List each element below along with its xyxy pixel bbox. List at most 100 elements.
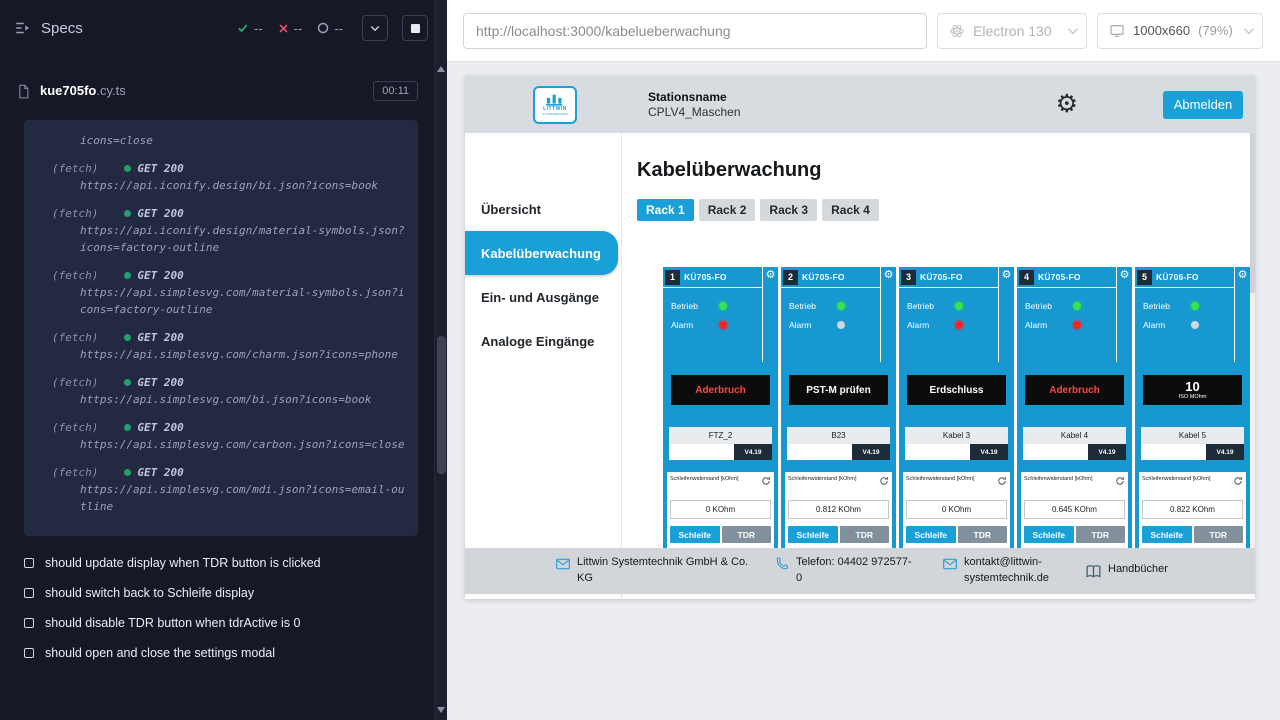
alarm-led <box>1191 321 1199 329</box>
scrollbar-thumb[interactable] <box>437 336 446 474</box>
command-log-entry[interactable]: (fetch) GET 200 https://api.simplesvg.co… <box>26 419 408 453</box>
app-sidebar-nav: Übersicht Kabelüberwachung Ein- und Ausg… <box>465 133 622 599</box>
tdr-button[interactable]: TDR <box>840 526 890 543</box>
tdr-button[interactable]: TDR <box>722 526 772 543</box>
request-url: https://api.simplesvg.com/mdi.json?icons… <box>26 481 408 515</box>
test-state-icon <box>24 648 34 658</box>
http-status: GET 200 <box>137 374 183 391</box>
collapse-panel-button[interactable] <box>362 15 388 41</box>
footer-manuals[interactable]: Handbücher <box>1085 562 1168 580</box>
url-input[interactable] <box>463 13 927 49</box>
clock-icon <box>317 22 329 34</box>
test-item[interactable]: should update display when TDR button is… <box>24 556 422 570</box>
page-title: Kabelüberwachung <box>637 159 1255 182</box>
status-dot-icon <box>124 210 131 217</box>
status-dot-icon <box>124 424 131 431</box>
tdr-button[interactable]: TDR <box>1194 526 1244 543</box>
card-model-label: KÜ705-FO <box>684 272 727 282</box>
manuals-label: Handbücher <box>1108 562 1168 578</box>
spec-file-row[interactable]: kue705fo.cy.ts 00:11 <box>0 76 434 106</box>
schleife-button[interactable]: Schleife <box>670 526 720 543</box>
tdr-button[interactable]: TDR <box>1076 526 1126 543</box>
sidebar-item-uebersicht[interactable]: Übersicht <box>465 187 621 231</box>
cable-name-input[interactable] <box>1141 444 1206 460</box>
cable-name-input[interactable] <box>1023 444 1088 460</box>
card-settings-gear-icon[interactable]: ⚙ <box>1120 270 1130 362</box>
betrieb-label: Betrieb <box>907 301 955 311</box>
scroll-down-arrow-icon[interactable] <box>437 707 445 713</box>
card-model-label: KÜ705-FO <box>802 272 845 282</box>
command-log-entry[interactable]: icons=close <box>26 132 408 149</box>
cable-name-input[interactable] <box>787 444 852 460</box>
reporter-scrollbar[interactable] <box>434 0 447 720</box>
logout-button[interactable]: Abmelden <box>1163 91 1243 119</box>
test-item[interactable]: should disable TDR button when tdrActive… <box>24 616 422 630</box>
command-log-entry[interactable]: (fetch) GET 200 https://api.simplesvg.co… <box>26 267 408 318</box>
schleife-button[interactable]: Schleife <box>1024 526 1074 543</box>
card-model-label: KÜ706-FO <box>1156 272 1199 282</box>
request-url: icons=close <box>26 132 408 149</box>
command-name: (fetch) <box>52 329 98 346</box>
schleife-button[interactable]: Schleife <box>1142 526 1192 543</box>
status-dot-icon <box>124 379 131 386</box>
refresh-icon[interactable] <box>997 476 1007 486</box>
tdr-button[interactable]: TDR <box>958 526 1008 543</box>
resistance-value: 0.812 KOhm <box>788 500 889 519</box>
refresh-icon[interactable] <box>1115 476 1125 486</box>
command-name: (fetch) <box>52 160 98 177</box>
test-item[interactable]: should switch back to Schleife display <box>24 586 422 600</box>
card-number-badge: 1 <box>665 270 680 285</box>
schleife-button[interactable]: Schleife <box>906 526 956 543</box>
card-number-badge: 3 <box>901 270 916 285</box>
command-log-entry[interactable]: (fetch) GET 200 https://api.simplesvg.co… <box>26 374 408 408</box>
scroll-up-arrow-icon[interactable] <box>437 66 445 72</box>
refresh-icon[interactable] <box>879 476 889 486</box>
card-settings-gear-icon[interactable]: ⚙ <box>884 270 894 362</box>
command-log-entry[interactable]: (fetch) GET 200 https://api.simplesvg.co… <box>26 464 408 515</box>
card-settings-gear-icon[interactable]: ⚙ <box>766 270 776 362</box>
footer-email[interactable]: kontakt@littwin-systemtechnik.de <box>942 555 1059 587</box>
http-status: GET 200 <box>137 267 183 284</box>
card-settings-gear-icon[interactable]: ⚙ <box>1002 270 1012 362</box>
test-item[interactable]: should open and close the settings modal <box>24 646 422 660</box>
refresh-icon[interactable] <box>761 476 771 486</box>
tab-rack-3[interactable]: Rack 3 <box>760 199 817 221</box>
command-log-entry[interactable]: (fetch) GET 200 https://api.simplesvg.co… <box>26 329 408 363</box>
viewport-select[interactable]: 1000x660 (79%) <box>1097 13 1263 49</box>
app-scrollbar[interactable] <box>1250 133 1255 548</box>
http-status: GET 200 <box>137 464 183 481</box>
passed-count: -- <box>254 21 263 36</box>
sidebar-item-kabelueberwachung[interactable]: Kabelüberwachung <box>465 231 618 275</box>
status-display: Aderbruch <box>1025 375 1124 405</box>
resistance-value: 0 KOhm <box>670 500 771 519</box>
tab-rack-2[interactable]: Rack 2 <box>699 199 756 221</box>
request-url: https://api.simplesvg.com/material-symbo… <box>26 284 408 318</box>
refresh-icon[interactable] <box>1233 476 1243 486</box>
request-url: https://api.simplesvg.com/carbon.json?ic… <box>26 436 408 453</box>
sidebar-item-ein-und-ausgaenge[interactable]: Ein- und Ausgänge <box>465 275 621 319</box>
device-cards: 1 KÜ705-FO Betrieb Alarm ⚙ Aderbruch <box>663 267 1255 559</box>
command-name: (fetch) <box>52 205 98 222</box>
stop-run-button[interactable] <box>402 15 428 41</box>
test-title: should open and close the settings modal <box>45 646 275 660</box>
command-log-entry[interactable]: (fetch) GET 200 https://api.iconify.desi… <box>26 160 408 194</box>
schleife-button[interactable]: Schleife <box>788 526 838 543</box>
status-dot-icon <box>124 272 131 279</box>
command-log-entry[interactable]: (fetch) GET 200 https://api.iconify.desi… <box>26 205 408 256</box>
tab-rack-4[interactable]: Rack 4 <box>822 199 879 221</box>
alarm-led <box>719 321 727 329</box>
tests-pending-stat: -- <box>317 21 343 36</box>
settings-gear-icon[interactable]: ⚙ <box>1056 92 1078 117</box>
cable-name-input[interactable] <box>669 444 734 460</box>
app-scrollbar-thumb[interactable] <box>1250 133 1255 293</box>
http-status: GET 200 <box>137 329 183 346</box>
browser-select[interactable]: Electron 130 <box>937 13 1087 49</box>
card-settings-gear-icon[interactable]: ⚙ <box>1238 270 1248 362</box>
cable-name-input[interactable] <box>905 444 970 460</box>
resistance-value: 0.822 KOhm <box>1142 500 1243 519</box>
spec-file-name: kue705fo.cy.ts <box>40 82 126 100</box>
sidebar-item-analoge-eingaenge[interactable]: Analoge Eingänge <box>465 319 621 363</box>
specs-label[interactable]: Specs <box>41 20 83 37</box>
specs-menu-icon[interactable] <box>14 19 32 37</box>
tab-rack-1[interactable]: Rack 1 <box>637 199 694 221</box>
